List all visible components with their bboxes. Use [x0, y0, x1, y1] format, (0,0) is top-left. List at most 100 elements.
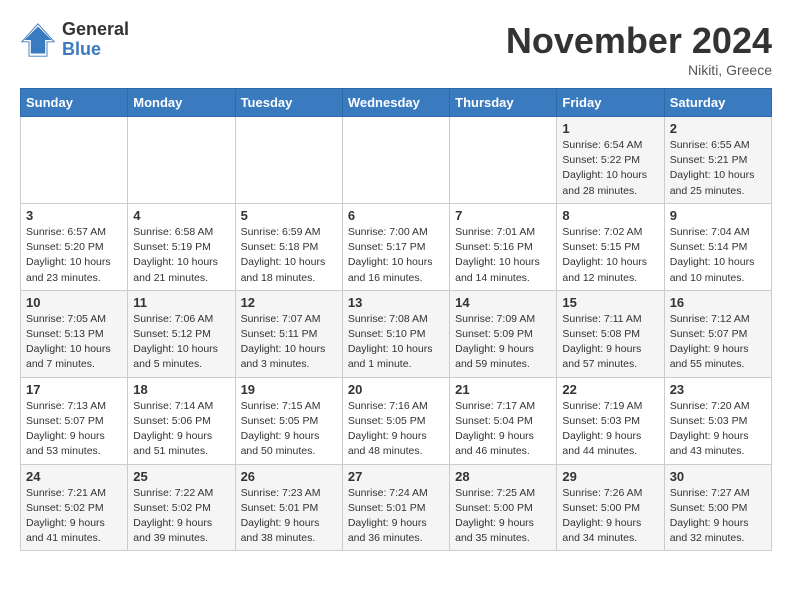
- day-number: 12: [241, 295, 337, 310]
- calendar-cell: 4 Sunrise: 6:58 AM Sunset: 5:19 PM Daylig…: [128, 203, 235, 290]
- weekday-header-wednesday: Wednesday: [342, 89, 449, 117]
- day-info: Sunrise: 7:20 AM Sunset: 5:03 PM Dayligh…: [670, 399, 766, 460]
- day-number: 11: [133, 295, 229, 310]
- day-info: Sunrise: 7:08 AM Sunset: 5:10 PM Dayligh…: [348, 312, 444, 373]
- weekday-header-sunday: Sunday: [21, 89, 128, 117]
- weekday-header-monday: Monday: [128, 89, 235, 117]
- day-number: 19: [241, 382, 337, 397]
- day-number: 21: [455, 382, 551, 397]
- logo: General Blue: [20, 20, 129, 60]
- calendar-cell: 5Sunrise: 6:59 AM Sunset: 5:18 PM Daylig…: [235, 203, 342, 290]
- day-info: Sunrise: 6:58 AM Sunset: 5:19 PM Dayligh…: [133, 225, 229, 286]
- calendar-cell: 23 Sunrise: 7:20 AM Sunset: 5:03 PM Dayli…: [664, 377, 771, 464]
- calendar-cell: [450, 117, 557, 204]
- calendar-cell: 29 Sunrise: 7:26 AM Sunset: 5:00 PM Dayli…: [557, 464, 664, 551]
- day-info: Sunrise: 7:24 AM Sunset: 5:01 PM Dayligh…: [348, 486, 444, 547]
- calendar-week-row: 17 Sunrise: 7:13 AM Sunset: 5:07 PM Dayli…: [21, 377, 772, 464]
- day-number: 14: [455, 295, 551, 310]
- day-number: 16: [670, 295, 766, 310]
- day-number: 8: [562, 208, 658, 223]
- day-number: 10: [26, 295, 122, 310]
- day-number: 1: [562, 121, 658, 136]
- day-info: Sunrise: 7:26 AM Sunset: 5:00 PM Dayligh…: [562, 486, 658, 547]
- day-info: Sunrise: 7:17 AM Sunset: 5:04 PM Dayligh…: [455, 399, 551, 460]
- calendar-cell: 8 Sunrise: 7:02 AM Sunset: 5:15 PM Daylig…: [557, 203, 664, 290]
- day-number: 13: [348, 295, 444, 310]
- weekday-header-friday: Friday: [557, 89, 664, 117]
- day-info: Sunrise: 7:27 AM Sunset: 5:00 PM Dayligh…: [670, 486, 766, 547]
- day-number: 18: [133, 382, 229, 397]
- day-info: Sunrise: 6:54 AM Sunset: 5:22 PM Dayligh…: [562, 138, 658, 199]
- day-number: 15: [562, 295, 658, 310]
- calendar-cell: 7 Sunrise: 7:01 AM Sunset: 5:16 PM Daylig…: [450, 203, 557, 290]
- calendar-cell: 26 Sunrise: 7:23 AM Sunset: 5:01 PM Dayli…: [235, 464, 342, 551]
- day-info: Sunrise: 7:22 AM Sunset: 5:02 PM Dayligh…: [133, 486, 229, 547]
- calendar-cell: 2 Sunrise: 6:55 AM Sunset: 5:21 PM Daylig…: [664, 117, 771, 204]
- day-number: 26: [241, 469, 337, 484]
- day-number: 7: [455, 208, 551, 223]
- day-number: 22: [562, 382, 658, 397]
- day-number: 25: [133, 469, 229, 484]
- day-info: Sunrise: 6:55 AM Sunset: 5:21 PM Dayligh…: [670, 138, 766, 199]
- location-subtitle: Nikiti, Greece: [506, 62, 772, 78]
- day-info: Sunrise: 7:02 AM Sunset: 5:15 PM Dayligh…: [562, 225, 658, 286]
- day-number: 28: [455, 469, 551, 484]
- weekday-header-row: SundayMondayTuesdayWednesdayThursdayFrid…: [21, 89, 772, 117]
- day-info: Sunrise: 7:19 AM Sunset: 5:03 PM Dayligh…: [562, 399, 658, 460]
- day-number: 2: [670, 121, 766, 136]
- calendar-cell: 3Sunrise: 6:57 AM Sunset: 5:20 PM Daylig…: [21, 203, 128, 290]
- calendar-cell: [128, 117, 235, 204]
- calendar-week-row: 10 Sunrise: 7:05 AM Sunset: 5:13 PM Dayli…: [21, 290, 772, 377]
- day-info: Sunrise: 7:06 AM Sunset: 5:12 PM Dayligh…: [133, 312, 229, 373]
- day-info: Sunrise: 7:09 AM Sunset: 5:09 PM Dayligh…: [455, 312, 551, 373]
- day-info: Sunrise: 7:15 AM Sunset: 5:05 PM Dayligh…: [241, 399, 337, 460]
- calendar-week-row: 1 Sunrise: 6:54 AM Sunset: 5:22 PM Daylig…: [21, 117, 772, 204]
- calendar-cell: 27 Sunrise: 7:24 AM Sunset: 5:01 PM Dayli…: [342, 464, 449, 551]
- day-number: 29: [562, 469, 658, 484]
- day-info: Sunrise: 7:25 AM Sunset: 5:00 PM Dayligh…: [455, 486, 551, 547]
- logo-icon: [20, 22, 56, 58]
- day-number: 6: [348, 208, 444, 223]
- calendar-table: SundayMondayTuesdayWednesdayThursdayFrid…: [20, 88, 772, 551]
- calendar-cell: 18Sunrise: 7:14 AM Sunset: 5:06 PM Dayli…: [128, 377, 235, 464]
- day-info: Sunrise: 7:12 AM Sunset: 5:07 PM Dayligh…: [670, 312, 766, 373]
- day-info: Sunrise: 7:04 AM Sunset: 5:14 PM Dayligh…: [670, 225, 766, 286]
- month-title: November 2024: [506, 20, 772, 62]
- day-number: 4: [133, 208, 229, 223]
- calendar-cell: 30 Sunrise: 7:27 AM Sunset: 5:00 PM Dayli…: [664, 464, 771, 551]
- calendar-cell: 15 Sunrise: 7:11 AM Sunset: 5:08 PM Dayli…: [557, 290, 664, 377]
- day-number: 3: [26, 208, 122, 223]
- weekday-header-saturday: Saturday: [664, 89, 771, 117]
- calendar-cell: [21, 117, 128, 204]
- calendar-cell: [235, 117, 342, 204]
- day-number: 17: [26, 382, 122, 397]
- day-info: Sunrise: 7:11 AM Sunset: 5:08 PM Dayligh…: [562, 312, 658, 373]
- day-info: Sunrise: 7:16 AM Sunset: 5:05 PM Dayligh…: [348, 399, 444, 460]
- calendar-cell: 11 Sunrise: 7:06 AM Sunset: 5:12 PM Dayli…: [128, 290, 235, 377]
- day-info: Sunrise: 7:05 AM Sunset: 5:13 PM Dayligh…: [26, 312, 122, 373]
- day-info: Sunrise: 7:23 AM Sunset: 5:01 PM Dayligh…: [241, 486, 337, 547]
- calendar-week-row: 24Sunrise: 7:21 AM Sunset: 5:02 PM Dayli…: [21, 464, 772, 551]
- calendar-cell: 17 Sunrise: 7:13 AM Sunset: 5:07 PM Dayli…: [21, 377, 128, 464]
- calendar-cell: 9 Sunrise: 7:04 AM Sunset: 5:14 PM Daylig…: [664, 203, 771, 290]
- day-number: 23: [670, 382, 766, 397]
- title-block: November 2024 Nikiti, Greece: [506, 20, 772, 78]
- calendar-week-row: 3Sunrise: 6:57 AM Sunset: 5:20 PM Daylig…: [21, 203, 772, 290]
- day-number: 9: [670, 208, 766, 223]
- calendar-cell: 24Sunrise: 7:21 AM Sunset: 5:02 PM Dayli…: [21, 464, 128, 551]
- calendar-cell: 10 Sunrise: 7:05 AM Sunset: 5:13 PM Dayli…: [21, 290, 128, 377]
- calendar-cell: 19 Sunrise: 7:15 AM Sunset: 5:05 PM Dayli…: [235, 377, 342, 464]
- day-number: 30: [670, 469, 766, 484]
- logo-blue-text: Blue: [62, 40, 129, 60]
- calendar-cell: 1 Sunrise: 6:54 AM Sunset: 5:22 PM Daylig…: [557, 117, 664, 204]
- calendar-cell: 16 Sunrise: 7:12 AM Sunset: 5:07 PM Dayli…: [664, 290, 771, 377]
- weekday-header-thursday: Thursday: [450, 89, 557, 117]
- page-header: General Blue November 2024 Nikiti, Greec…: [20, 20, 772, 78]
- day-number: 20: [348, 382, 444, 397]
- day-number: 27: [348, 469, 444, 484]
- day-info: Sunrise: 6:59 AM Sunset: 5:18 PM Dayligh…: [241, 225, 337, 286]
- day-info: Sunrise: 7:01 AM Sunset: 5:16 PM Dayligh…: [455, 225, 551, 286]
- calendar-cell: 14 Sunrise: 7:09 AM Sunset: 5:09 PM Dayli…: [450, 290, 557, 377]
- day-info: Sunrise: 7:00 AM Sunset: 5:17 PM Dayligh…: [348, 225, 444, 286]
- day-info: Sunrise: 7:13 AM Sunset: 5:07 PM Dayligh…: [26, 399, 122, 460]
